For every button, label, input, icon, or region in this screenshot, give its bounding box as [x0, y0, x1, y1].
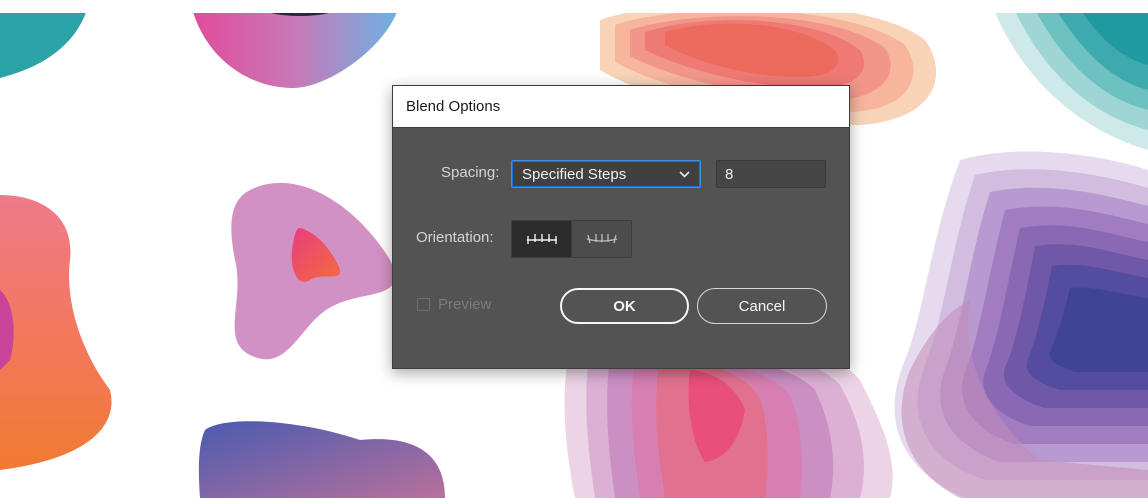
gradient-blob-bottom-left [198, 421, 445, 498]
orientation-label-row: Orientation: [416, 229, 494, 246]
spacing-selected-value: Specified Steps [522, 165, 627, 183]
preview-checkbox[interactable] [417, 298, 430, 311]
blend-options-dialog: Blend Options Spacing: Specified Steps O… [392, 85, 850, 369]
spacing-label-row: Spacing: [441, 164, 499, 181]
preview-label: Preview [438, 296, 492, 313]
spacing-steps-input[interactable] [716, 160, 826, 188]
align-to-path-button[interactable] [571, 221, 631, 257]
dialog-title: Blend Options [406, 98, 501, 115]
align-to-path-icon [586, 234, 617, 244]
orientation-label: Orientation: [416, 229, 494, 246]
canvas-top-edge [0, 0, 1148, 13]
ok-button[interactable]: OK [560, 288, 689, 324]
preview-option: Preview [417, 296, 491, 313]
spacing-dropdown[interactable]: Specified Steps [511, 160, 701, 188]
align-to-page-icon [526, 234, 557, 244]
teal-blend-top-right [990, 0, 1148, 150]
chevron-down-icon [679, 170, 690, 178]
align-to-page-button[interactable] [512, 221, 571, 257]
gradient-blob-left [0, 195, 112, 470]
orientation-button-group [511, 220, 632, 258]
cancel-button[interactable]: Cancel [697, 288, 827, 324]
spacing-label: Spacing: [441, 164, 500, 181]
purple-blend-right [894, 151, 1148, 498]
dialog-titlebar[interactable]: Blend Options [393, 86, 849, 128]
